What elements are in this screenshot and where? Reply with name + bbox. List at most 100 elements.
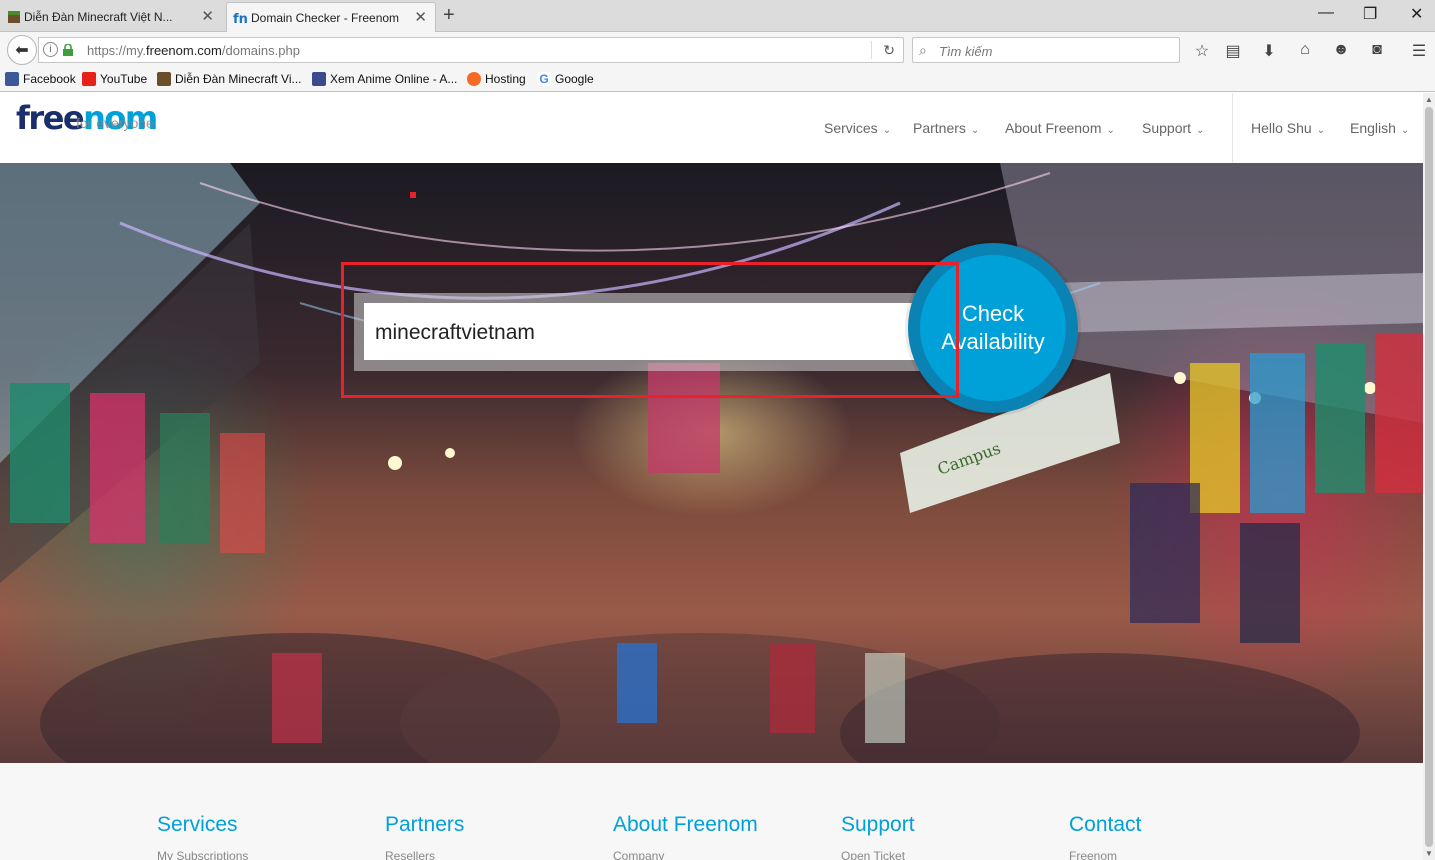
footer-heading: Contact: [1069, 813, 1142, 836]
svg-text:fn: fn: [233, 12, 248, 26]
scroll-thumb[interactable]: [1425, 107, 1433, 847]
address-bar[interactable]: i https://my.freenom.com/domains.php ↻: [38, 37, 904, 63]
download-icon[interactable]: ⬇: [1259, 41, 1279, 61]
nav-label: Support: [1142, 120, 1192, 136]
tab-bar: Diễn Đàn Minecraft Việt N... ✕ fn Domain…: [0, 0, 1435, 32]
url-separator: [871, 41, 872, 59]
bookmarks-bar: Facebook YouTube Diễn Đàn Minecraft Vi..…: [0, 68, 1435, 92]
bookmark-label: Xem Anime Online - A...: [330, 72, 458, 86]
url-path: /domains.php: [221, 43, 300, 58]
bookmark-google[interactable]: G Google: [537, 72, 594, 86]
footer-col-about: About Freenom Company: [613, 813, 758, 860]
footer-link[interactable]: Company: [613, 849, 758, 860]
chevron-down-icon: ⌄: [970, 125, 980, 136]
youtube-icon: [82, 72, 96, 86]
footer-col-services: Services My Subscriptions: [157, 813, 248, 860]
footer-heading: Support: [841, 813, 915, 836]
reload-icon[interactable]: ↻: [883, 42, 895, 59]
nav-services[interactable]: Services ⌄: [824, 120, 891, 136]
nav-label: About Freenom: [1005, 120, 1102, 136]
bookmark-label: YouTube: [100, 72, 148, 86]
search-bar[interactable]: ⌕ Tìm kiếm: [912, 37, 1180, 63]
page-scrollbar[interactable]: ▲ ▼: [1423, 93, 1435, 860]
nav-label: Hello Shu: [1251, 120, 1312, 136]
chevron-down-icon: ⌄: [1400, 125, 1410, 136]
lock-icon[interactable]: [63, 44, 73, 56]
tab-minecraft-forum[interactable]: Diễn Đàn Minecraft Việt N... ✕: [0, 2, 222, 32]
minecraft-icon: [157, 72, 171, 86]
bookmark-star-icon[interactable]: ☆: [1192, 41, 1212, 61]
tab-title: Diễn Đàn Minecraft Việt N...: [24, 10, 173, 24]
new-tab-icon[interactable]: +: [443, 4, 455, 27]
bookmark-anime[interactable]: Xem Anime Online - A...: [312, 72, 457, 86]
url-domain: freenom.com: [146, 43, 222, 58]
nav-support[interactable]: Support ⌄: [1142, 120, 1204, 136]
nav-about[interactable]: About Freenom ⌄: [1005, 120, 1115, 136]
footer-col-partners: Partners Resellers: [385, 813, 464, 860]
nav-partners[interactable]: Partners ⌄: [913, 120, 979, 136]
annotation-highlight-box: [341, 262, 959, 398]
site-header: freenom for everyone Services ⌄ Partners ⌄…: [0, 93, 1423, 163]
footer-link[interactable]: Open Ticket: [841, 849, 915, 860]
footer-link[interactable]: Freenom: [1069, 849, 1141, 860]
maximize-icon[interactable]: ❐: [1363, 4, 1377, 24]
url-prefix: https://my.: [87, 43, 146, 58]
scroll-down-icon[interactable]: ▼: [1425, 849, 1433, 858]
hero-banner: Campus Check Availability: [0, 163, 1423, 763]
footer-heading: About Freenom: [613, 813, 758, 836]
footer-link[interactable]: Resellers: [385, 849, 464, 860]
chat-icon[interactable]: ☻: [1331, 41, 1351, 59]
facebook-icon: [5, 72, 19, 86]
close-window-icon[interactable]: ✕: [1410, 4, 1423, 24]
bookmark-minecraft-forum[interactable]: Diễn Đàn Minecraft Vi...: [157, 72, 302, 86]
back-button[interactable]: ⬅: [7, 35, 37, 65]
bookmark-label: Hosting: [485, 72, 526, 86]
back-arrow-icon: ⬅: [15, 42, 29, 59]
site-footer: Services My Subscriptions Partners Resel…: [0, 763, 1423, 860]
nav-label: English: [1350, 120, 1396, 136]
chevron-down-icon: ⌄: [1106, 125, 1115, 136]
bookmark-label: Facebook: [23, 72, 76, 86]
nav-label: Services: [824, 120, 878, 136]
reading-list-icon[interactable]: ▤: [1223, 41, 1243, 61]
search-placeholder: Tìm kiếm: [939, 44, 993, 59]
hosting-icon: [467, 72, 481, 86]
tagline: for everyone: [76, 115, 154, 131]
scroll-up-icon[interactable]: ▲: [1425, 95, 1433, 104]
anime-icon: [312, 72, 326, 86]
freenom-icon: fn: [233, 12, 248, 26]
footer-heading: Services: [157, 813, 238, 836]
close-tab-icon[interactable]: ✕: [414, 8, 427, 26]
bookmark-label: Google: [555, 72, 594, 86]
tab-domain-checker[interactable]: fn Domain Checker - Freenom ✕: [226, 2, 436, 32]
bookmark-label: Diễn Đàn Minecraft Vi...: [175, 72, 302, 86]
chevron-down-icon: ⌄: [882, 125, 892, 136]
logo-free: free: [16, 99, 85, 137]
search-icon: ⌕: [919, 42, 927, 58]
bookmark-youtube[interactable]: YouTube: [82, 72, 147, 86]
bookmark-facebook[interactable]: Facebook: [5, 72, 76, 86]
home-icon[interactable]: ⌂: [1295, 41, 1315, 59]
nav-divider: [1232, 93, 1233, 163]
menu-icon[interactable]: ☰: [1409, 41, 1429, 61]
close-tab-icon[interactable]: ✕: [201, 7, 214, 25]
nav-label: Partners: [913, 120, 966, 136]
chevron-down-icon: ⌄: [1316, 125, 1326, 136]
pocket-icon[interactable]: ◙: [1367, 41, 1387, 59]
minecraft-icon: [8, 11, 20, 23]
footer-col-contact: Contact Freenom: [1069, 813, 1141, 860]
check-label-line1: Check: [961, 301, 1025, 326]
market-background-image: Campus: [0, 163, 1423, 763]
info-icon[interactable]: i: [43, 42, 58, 57]
tab-title: Domain Checker - Freenom: [251, 10, 400, 25]
minimize-icon[interactable]: —: [1318, 4, 1334, 22]
url-text: https://my.freenom.com/domains.php: [87, 43, 300, 58]
nav-language[interactable]: English ⌄: [1350, 120, 1409, 136]
footer-link[interactable]: My Subscriptions: [157, 849, 248, 860]
annotation-dot: [410, 192, 416, 198]
footer-heading: Partners: [385, 813, 465, 836]
chevron-down-icon: ⌄: [1196, 125, 1205, 136]
footer-col-support: Support Open Ticket: [841, 813, 915, 860]
bookmark-hosting[interactable]: Hosting: [467, 72, 526, 86]
nav-user-menu[interactable]: Hello Shu ⌄: [1251, 120, 1325, 136]
